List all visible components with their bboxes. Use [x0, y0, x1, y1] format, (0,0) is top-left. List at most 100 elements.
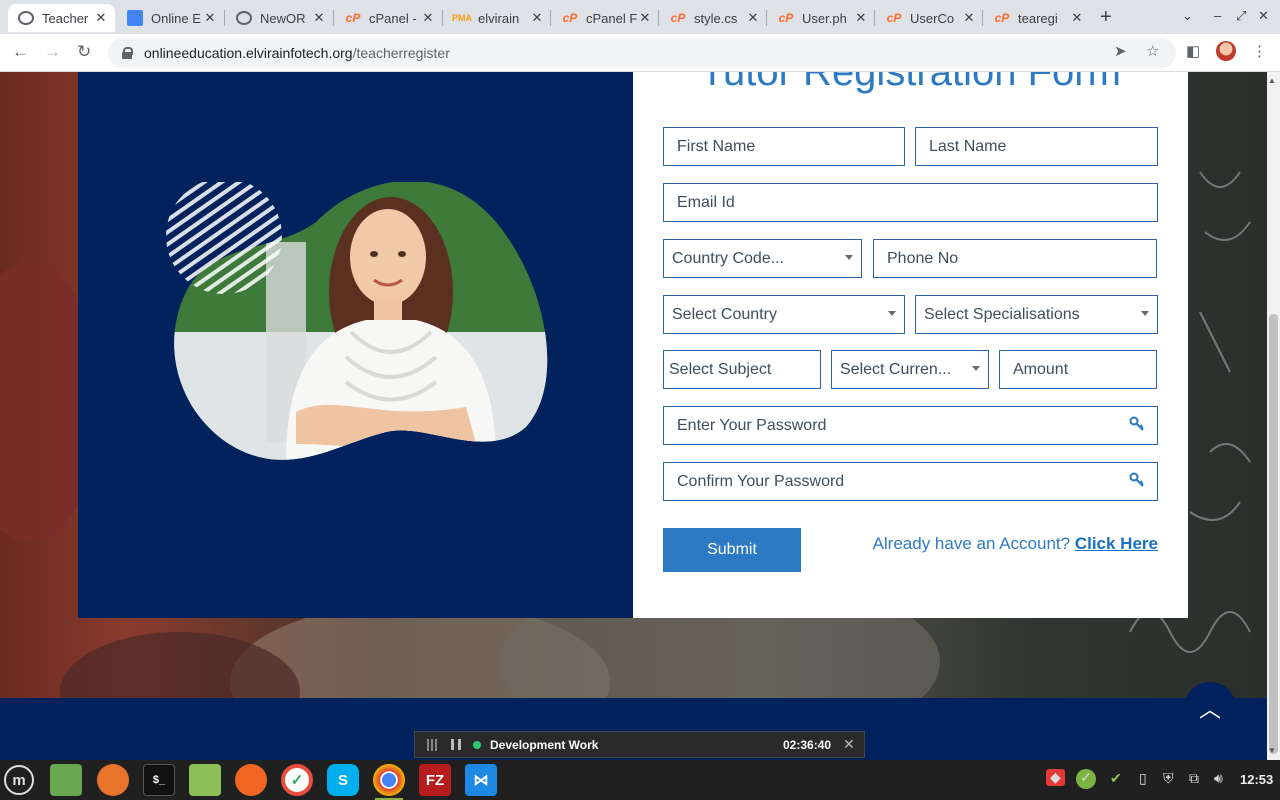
filezilla-icon[interactable]: FZ	[419, 764, 451, 796]
scrollbar-thumb[interactable]	[1269, 314, 1278, 754]
firefox-icon[interactable]	[97, 764, 129, 796]
specialisation-value: Select Specialisations	[924, 305, 1080, 323]
dropdown-caret-icon	[972, 366, 980, 371]
chevron-up-icon: ︿	[1198, 697, 1221, 722]
menu-kebab-icon[interactable]: ⋮	[1252, 42, 1267, 60]
country-code-value: Country Code...	[672, 249, 785, 267]
globe-icon	[18, 11, 34, 25]
close-icon[interactable]: ✕	[843, 736, 855, 753]
bookmark-star-icon[interactable]: ☆	[1146, 42, 1159, 60]
show-desktop-icon[interactable]	[50, 764, 82, 796]
tracker-tray-icon[interactable]: ✔	[1110, 770, 1122, 787]
tab-close-icon[interactable]: ✕	[961, 10, 977, 26]
sync-tray-icon[interactable]: ✓	[1076, 769, 1096, 789]
tab-search-chevron-icon[interactable]: ⌄	[1182, 8, 1193, 24]
country-select[interactable]: Select Country	[663, 295, 905, 334]
dropdown-caret-icon	[888, 311, 896, 316]
close-window-icon[interactable]: ✕	[1258, 8, 1269, 24]
scroll-to-top-button[interactable]: ︿	[1184, 682, 1236, 734]
cpanel-icon: cP	[886, 11, 902, 25]
forward-arrow-icon[interactable]: →	[44, 42, 61, 62]
network-tray-icon[interactable]: ⧉	[1189, 770, 1199, 787]
scroll-up-arrow-icon[interactable]: ▲	[1268, 76, 1276, 85]
reload-icon[interactable]: ↻	[77, 42, 91, 62]
tab-title: style.cs	[694, 10, 738, 26]
tab-separator	[442, 10, 443, 26]
tab-close-icon[interactable]: ✕	[1069, 10, 1085, 26]
password-field[interactable]: Enter Your Password	[663, 406, 1158, 445]
url-path: /teacherregister	[352, 45, 450, 61]
dropdown-caret-icon	[845, 255, 853, 260]
browser-tab-bar: Teacher ✕ Online E ✕ NewOR ✕ cP cPanel -…	[0, 0, 1280, 34]
country-code-select[interactable]: Country Code...	[663, 239, 862, 278]
key-icon[interactable]	[1129, 416, 1145, 432]
last-name-input[interactable]: Last Name	[915, 127, 1158, 166]
specialisation-select[interactable]: Select Specialisations	[915, 295, 1158, 334]
amount-input[interactable]: Amount	[999, 350, 1157, 389]
profile-avatar[interactable]	[1216, 41, 1236, 61]
mint-menu-icon[interactable]: m	[4, 765, 34, 795]
tab-title: UserCo	[910, 10, 955, 26]
side-panel-icon[interactable]: ◧	[1186, 42, 1200, 60]
tab-close-icon[interactable]: ✕	[93, 10, 109, 26]
chrome-icon[interactable]	[373, 764, 405, 800]
tab-title: Teacher	[42, 10, 89, 26]
minimize-icon[interactable]: –	[1214, 8, 1221, 23]
tab-cpanel-2[interactable]: cP cPanel F ✕	[552, 4, 659, 32]
skype-icon[interactable]: S	[327, 764, 359, 796]
login-link[interactable]: Click Here	[1075, 534, 1158, 553]
currency-select[interactable]: Select Curren...	[831, 350, 989, 389]
tab-close-icon[interactable]: ✕	[637, 10, 653, 26]
email-input[interactable]: Email Id	[663, 183, 1158, 222]
clipboard-tray-icon[interactable]: ▯	[1139, 770, 1147, 787]
tab-user-php[interactable]: cP User.ph ✕	[768, 4, 875, 32]
lock-icon	[122, 47, 133, 59]
tab-title: cPanel F	[586, 10, 637, 26]
shield-tray-icon[interactable]: ⛨	[1163, 770, 1174, 787]
tab-cpanel-1[interactable]: cP cPanel - ✕	[335, 4, 442, 32]
tab-style-css[interactable]: cP style.cs ✕	[660, 4, 767, 32]
tracker-elapsed-time: 02:36:40	[783, 737, 832, 752]
tab-close-icon[interactable]: ✕	[202, 10, 218, 26]
pause-icon[interactable]	[451, 739, 461, 750]
vscode-icon[interactable]: ⋈	[465, 764, 497, 796]
first-name-input[interactable]: First Name	[663, 127, 905, 166]
tab-newor[interactable]: NewOR ✕	[226, 4, 333, 32]
tracker-task-name: Development Work	[490, 737, 599, 752]
confirm-password-field[interactable]: Confirm Your Password	[663, 462, 1158, 501]
tab-online-education[interactable]: Online E ✕	[117, 4, 224, 32]
tab-teacher[interactable]: Teacher ✕	[8, 4, 115, 32]
volume-tray-icon[interactable]: 🔊︎	[1214, 770, 1223, 787]
scroll-down-arrow-icon[interactable]: ▼	[1268, 746, 1276, 755]
confirm-password-placeholder: Confirm Your Password	[677, 472, 845, 490]
tab-close-icon[interactable]: ✕	[853, 10, 869, 26]
postman-icon[interactable]	[235, 764, 267, 796]
key-icon[interactable]	[1129, 472, 1145, 488]
taskbar-clock[interactable]: 12:53	[1240, 772, 1273, 787]
tab-title: NewOR	[260, 10, 306, 26]
tab-close-icon[interactable]: ✕	[529, 10, 545, 26]
url-field[interactable]: onlineeducation.elvirainfotech.org/teach…	[108, 38, 1176, 68]
tab-close-icon[interactable]: ✕	[420, 10, 436, 26]
terminal-icon[interactable]: $_	[143, 764, 175, 796]
tab-phpmyadmin[interactable]: PMA elvirain ✕	[444, 4, 551, 32]
cpanel-icon: cP	[994, 11, 1010, 25]
tab-close-icon[interactable]: ✕	[745, 10, 761, 26]
restore-icon[interactable]: ⤢	[1236, 8, 1246, 24]
anydesk-tray-icon[interactable]: ◆	[1046, 769, 1065, 786]
tab-close-icon[interactable]: ✕	[311, 10, 327, 26]
new-tab-button[interactable]: +	[1100, 6, 1112, 29]
submit-button[interactable]: Submit	[663, 528, 801, 572]
send-icon[interactable]: ➤	[1114, 42, 1127, 60]
files-icon[interactable]	[189, 764, 221, 796]
tab-tearegi[interactable]: cP tearegi ✕	[984, 4, 1091, 32]
phone-input[interactable]: Phone No	[873, 239, 1157, 278]
drag-handle-icon[interactable]	[427, 738, 439, 751]
tab-separator	[658, 10, 659, 26]
subject-select[interactable]: Select Subject	[663, 350, 821, 389]
task-tracker-icon[interactable]: ✓	[281, 764, 313, 796]
tab-userco[interactable]: cP UserCo ✕	[876, 4, 983, 32]
address-toolbar: ← → ↻ onlineeducation.elvirainfotech.org…	[0, 34, 1280, 72]
tab-title: User.ph	[802, 10, 847, 26]
back-arrow-icon[interactable]: ←	[12, 42, 29, 62]
